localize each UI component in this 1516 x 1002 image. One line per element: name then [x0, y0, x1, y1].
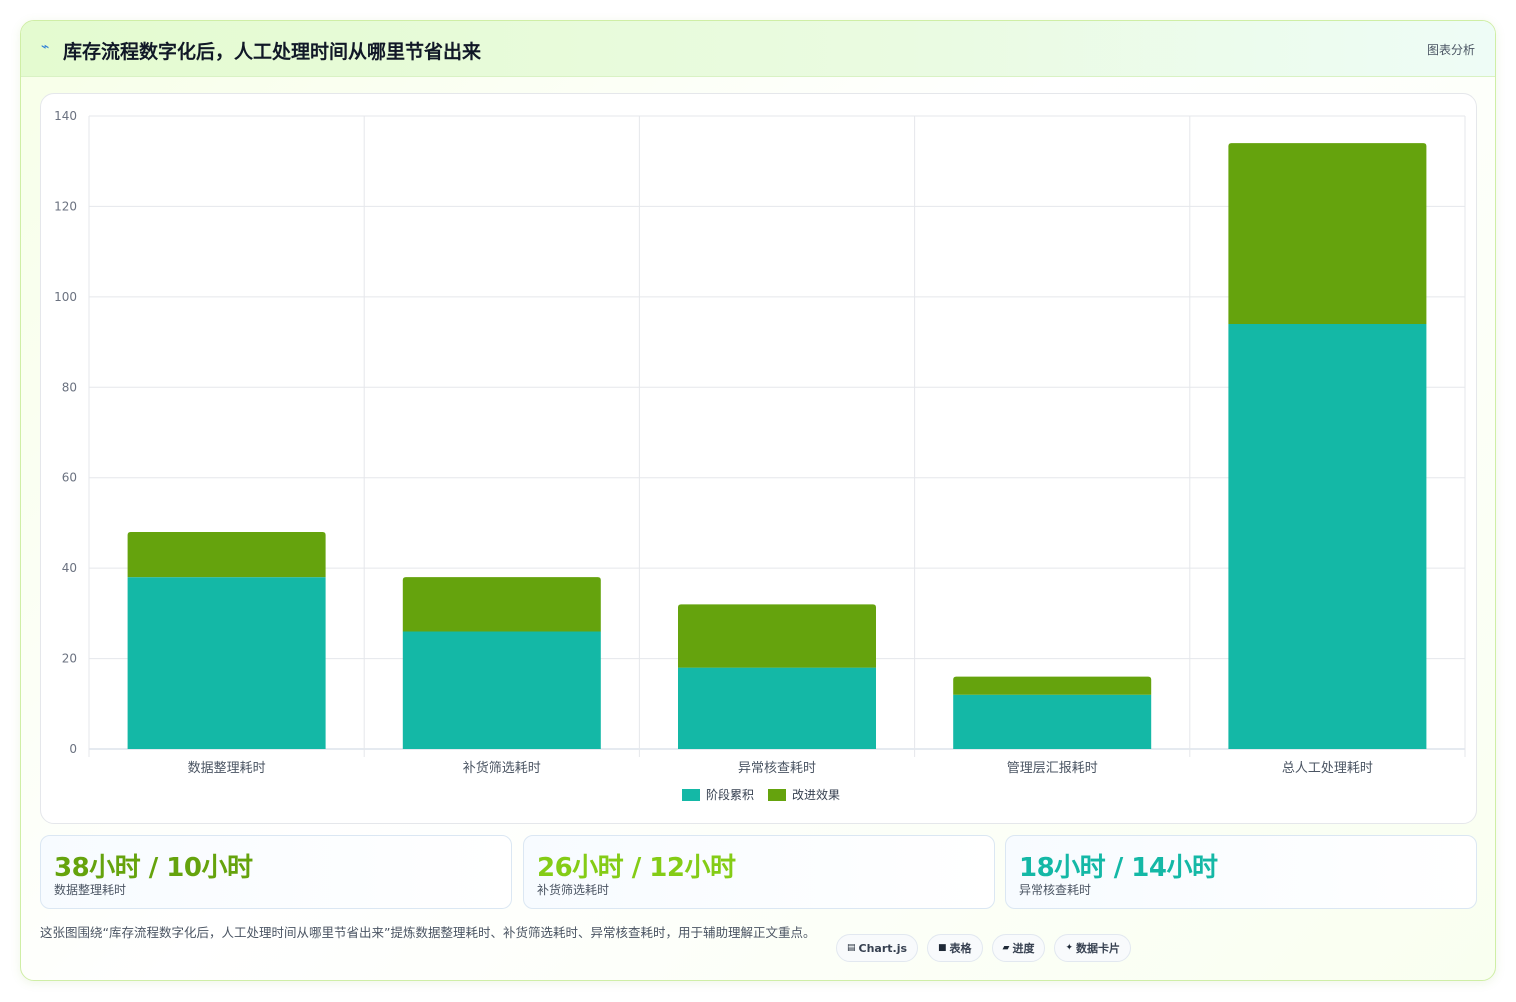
y-tick-label: 140 — [54, 109, 77, 123]
page-title: 库存流程数字化后，人工处理时间从哪里节省出来 — [63, 41, 482, 63]
bar-improvement — [1228, 143, 1427, 324]
stat-label: 异常核查耗时 — [1019, 883, 1092, 897]
sparkle-icon: ✦ — [1065, 943, 1074, 953]
chip-label: 进度 — [1012, 942, 1035, 955]
chart-icon: ▤ — [847, 943, 856, 953]
x-tick-label: 补货筛选耗时 — [463, 760, 541, 776]
y-tick-label: 20 — [62, 652, 77, 666]
y-tick-label: 80 — [62, 380, 77, 394]
chart-description: 这张图围绕“库存流程数字化后，人工处理时间从哪里节省出来”提炼数据整理耗时、补货… — [40, 925, 816, 940]
chip-data-card[interactable]: ✦ 数据卡片 — [1054, 934, 1132, 962]
chart-analysis-tag: 图表分析 — [1426, 43, 1475, 57]
stat-card-replenishment: 26小时 / 12小时 补货筛选耗时 — [523, 835, 995, 909]
y-tick-label: 40 — [62, 561, 77, 575]
chip-label: 表格 — [949, 942, 972, 955]
legend-label: 改进效果 — [792, 787, 840, 802]
trend-icon: ⌁ — [41, 39, 50, 55]
bar-stage — [1228, 323, 1427, 749]
bar-stage — [127, 577, 326, 749]
stat-value: 26小时 / 12小时 — [537, 853, 736, 883]
bar-stage — [678, 667, 876, 749]
chip-chartjs[interactable]: ▤ Chart.js — [836, 934, 919, 962]
stat-card-exception-check: 18小时 / 14小时 异常核查耗时 — [1005, 835, 1477, 909]
chip-progress[interactable]: ▰ 进度 — [991, 934, 1046, 962]
legend-label: 阶段累积 — [706, 787, 754, 802]
legend-swatch — [682, 789, 700, 801]
x-tick-label: 管理层汇报耗时 — [1007, 761, 1098, 776]
table-icon: ■ — [938, 943, 947, 953]
x-tick-label: 数据整理耗时 — [188, 761, 266, 776]
y-tick-label: 60 — [62, 471, 77, 485]
bar-improvement — [678, 604, 876, 668]
stat-value: 38小时 / 10小时 — [54, 853, 253, 883]
bar-improvement — [402, 577, 601, 632]
bar-stage — [953, 694, 1152, 749]
bar-improvement — [953, 676, 1152, 695]
chip-label: Chart.js — [858, 941, 908, 955]
card-header: ⌁ 库存流程数字化后，人工处理时间从哪里节省出来 图表分析 — [21, 21, 1495, 77]
stat-card-data-cleanup: 38小时 / 10小时 数据整理耗时 — [40, 835, 512, 909]
progress-icon: ▰ — [1002, 943, 1010, 953]
y-tick-label: 100 — [54, 290, 77, 304]
stat-value: 18小时 / 14小时 — [1019, 853, 1218, 883]
tech-chips: ▤ Chart.js ■ 表格 ▰ 进度 ✦ 数据卡片 — [836, 934, 1132, 962]
bar-improvement — [127, 531, 326, 578]
bar-stage — [402, 631, 601, 749]
stat-label: 补货筛选耗时 — [537, 883, 610, 897]
stat-label: 数据整理耗时 — [54, 883, 127, 897]
chart-panel: 0 20 40 60 80 100 120 140 数据整理耗时 补货筛选耗时 异常核查耗时 管理层汇… — [40, 93, 1477, 824]
y-tick-label: 120 — [54, 199, 77, 213]
x-tick-label: 异常核查耗时 — [738, 761, 816, 776]
legend-swatch — [768, 789, 786, 801]
chip-table[interactable]: ■ 表格 — [927, 934, 983, 962]
x-tick-label: 总人工处理耗时 — [1282, 761, 1373, 776]
y-tick-label: 0 — [69, 742, 77, 756]
chip-label: 数据卡片 — [1076, 942, 1121, 955]
stacked-bar-chart: 0 20 40 60 80 100 120 140 数据整理耗时 补货筛选耗时 异常核查耗时 管理层汇… — [54, 109, 1466, 802]
chart-card: ⌁ 库存流程数字化后，人工处理时间从哪里节省出来 图表分析 0 20 40 60 80 1… — [20, 20, 1496, 981]
